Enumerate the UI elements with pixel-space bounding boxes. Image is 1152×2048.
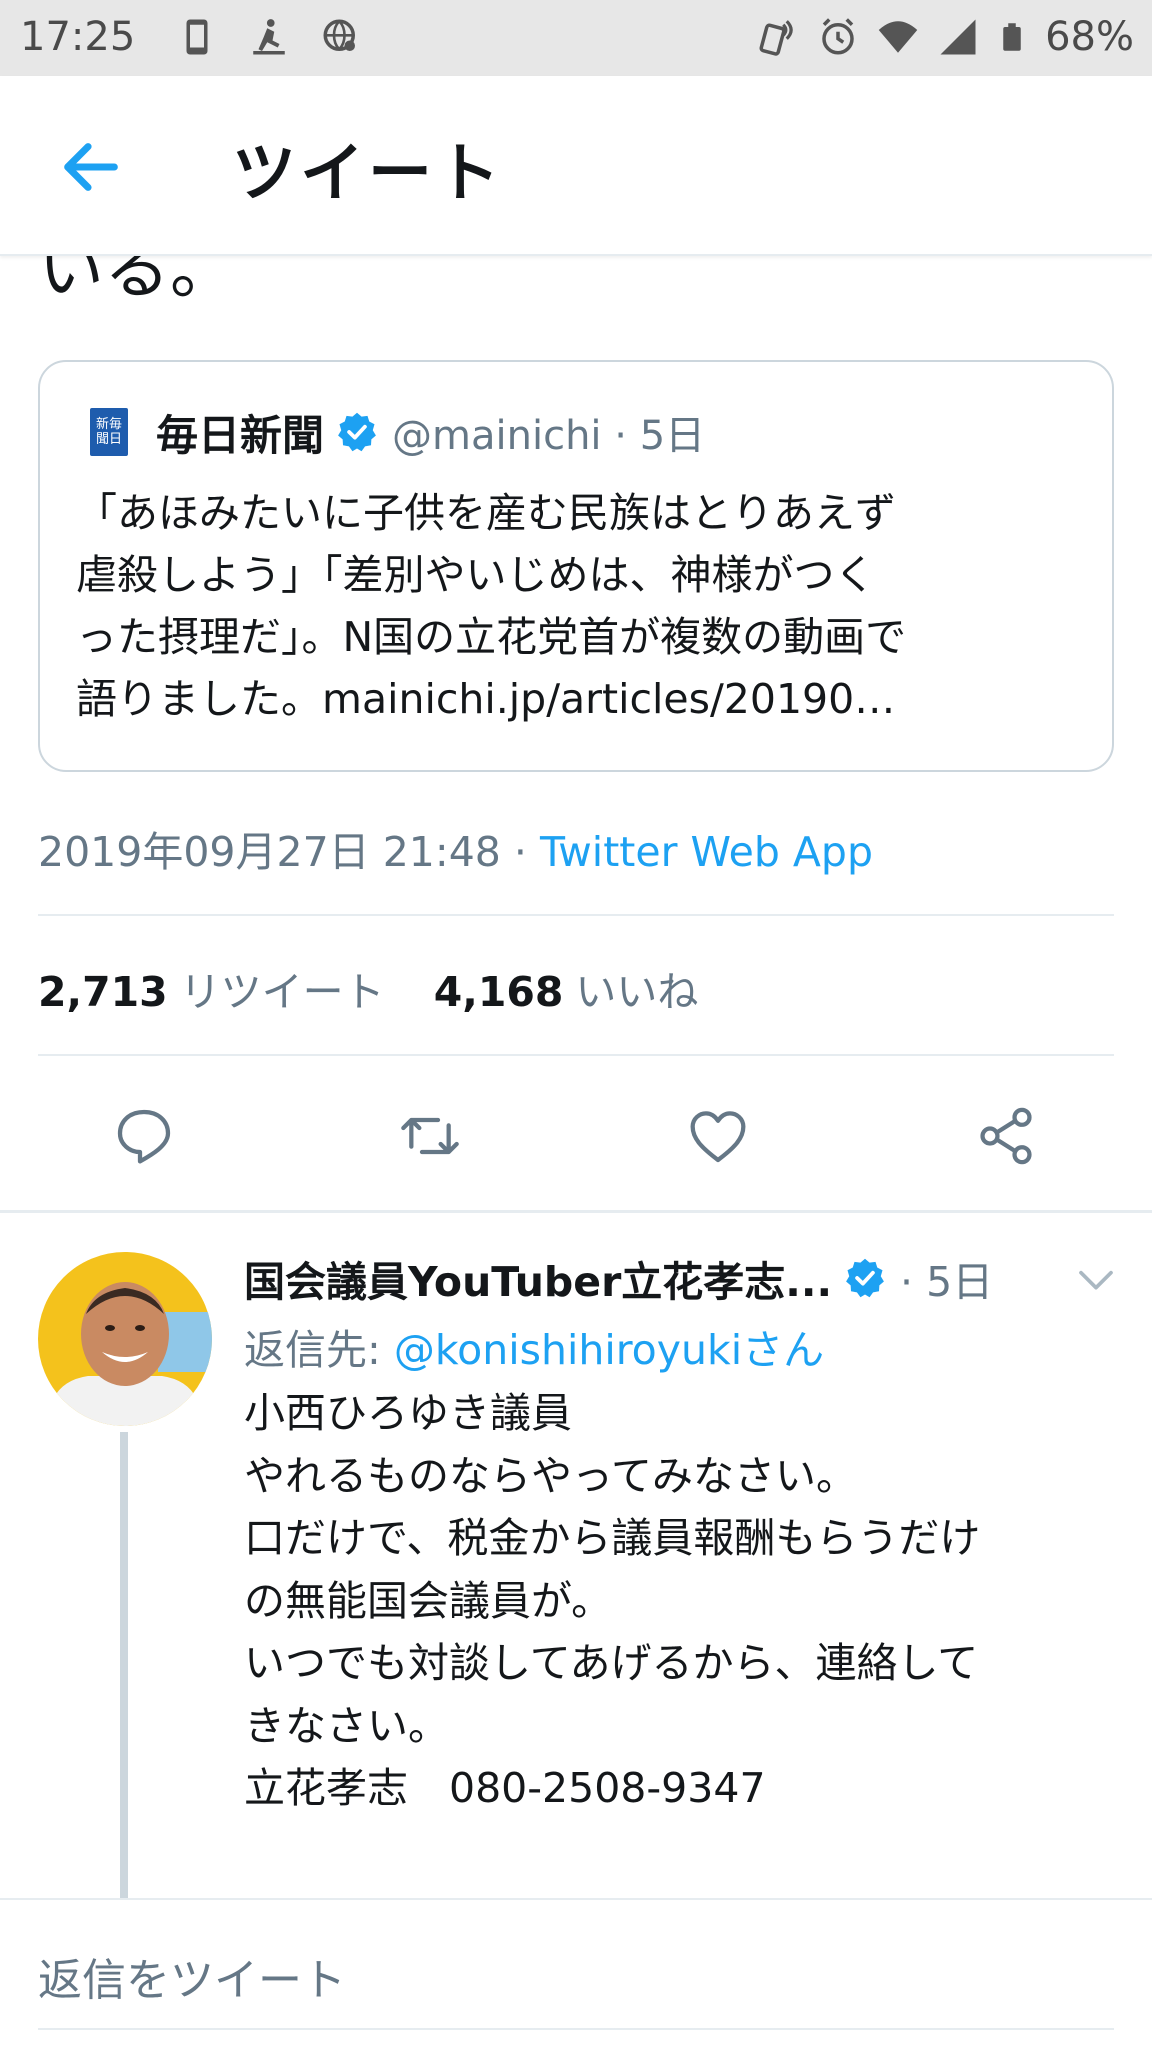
tweet-stats: 2,713 リツイート 4,168 いいね — [38, 958, 734, 1018]
dot-separator: · — [900, 1258, 914, 1306]
reply-icon[interactable] — [112, 1104, 176, 1168]
reply-line: 立花孝志 080-2508-9347 — [244, 1764, 766, 1812]
reply-text: 小西ひろゆき議員 やれるものならやってみなさい。 口だけで、税金から議員報酬もら… — [244, 1382, 1124, 1820]
retweet-label: リツイート — [179, 968, 385, 1016]
nfc-icon — [759, 20, 793, 56]
quoted-tweet-card[interactable]: 新毎聞日 毎日新聞 @mainichi · 5日 「あほみたいに子供を産む民族は… — [38, 360, 1114, 772]
divider — [38, 914, 1114, 916]
quoted-tweet-header: 新毎聞日 毎日新聞 @mainichi · 5日 — [90, 402, 705, 462]
phone-icon — [186, 19, 208, 55]
battery-percent: 68% — [1045, 14, 1134, 60]
status-bar: 17:25 68% — [0, 0, 1152, 76]
divider — [38, 1054, 1114, 1056]
verified-badge-icon — [846, 1258, 884, 1298]
reply-compose-input[interactable]: 返信をツイート — [38, 1944, 346, 2008]
wifi-icon — [878, 21, 918, 53]
arrow-left-icon[interactable] — [56, 132, 126, 202]
quoted-tweet-line: 語りました。mainichi.jp/articles/20190… — [76, 675, 896, 723]
reply-to-handle-link[interactable]: @konishihiroyukiさん — [394, 1326, 824, 1374]
battery-icon — [1003, 23, 1021, 51]
tweet-timestamp-row: 2019年09月27日 21:48 · Twitter Web App — [38, 818, 873, 878]
avatar-text: 新毎聞日 — [95, 417, 122, 447]
avatar[interactable] — [38, 1252, 212, 1426]
quoted-tweet-time: 5日 — [639, 413, 706, 459]
like-label: いいね — [575, 968, 699, 1016]
reply-line: 小西ひろゆき議員 — [244, 1389, 572, 1437]
retweet-stat[interactable]: 2,713 リツイート — [38, 968, 421, 1016]
reply-to-row: 返信先: @konishihiroyukiさん — [244, 1316, 824, 1376]
section-divider — [0, 1210, 1152, 1213]
globe-icon — [323, 19, 355, 51]
reply-header: 国会議員YouTuber立花孝志... · 5日 — [244, 1248, 993, 1308]
signal-icon — [940, 19, 976, 55]
tweet-timestamp: 2019年09月27日 21:48 — [38, 828, 501, 876]
page-title: ツイート — [232, 137, 504, 211]
divider — [38, 2028, 1114, 2030]
reply-author-name[interactable]: 国会議員YouTuber立花孝志... — [244, 1248, 832, 1308]
reply-line: 口だけで、税金から議員報酬もらうだけ — [244, 1514, 981, 1562]
handle-text: @mainichi — [392, 413, 602, 459]
thread-line — [120, 1432, 128, 1900]
dot-separator: · — [614, 413, 627, 459]
retweet-count: 2,713 — [38, 968, 168, 1016]
quoted-tweet-text: 「あほみたいに子供を産む民族はとりあえず 虐殺しよう」「差別やいじめは、神様がつ… — [76, 482, 1086, 730]
verified-badge-icon — [338, 412, 376, 452]
app-header: ツイート — [0, 76, 1152, 256]
quoted-tweet-line: った摂理だ」。N国の立花党首が複数の動画で — [76, 613, 907, 661]
like-stat[interactable]: 4,168 いいね — [434, 968, 735, 1016]
reply-line: の無能国会議員が。 — [244, 1576, 613, 1625]
quoted-tweet-avatar: 新毎聞日 — [90, 408, 128, 456]
like-count: 4,168 — [433, 968, 564, 1016]
quoted-tweet-handle: @mainichi · 5日 — [392, 403, 705, 461]
chevron-down-icon[interactable] — [1076, 1266, 1116, 1296]
dot-separator: · — [513, 828, 527, 876]
status-time: 17:25 — [20, 14, 136, 60]
compose-divider — [0, 1898, 1152, 1900]
quoted-tweet-line: 虐殺しよう」「差別やいじめは、神様がつく — [76, 551, 876, 599]
share-icon[interactable] — [974, 1104, 1038, 1168]
reply-line: いつでも対談してあげるから、連絡して — [244, 1639, 979, 1687]
reply-time: · 5日 — [900, 1248, 993, 1308]
like-icon[interactable] — [686, 1104, 750, 1168]
alarm-icon — [822, 18, 854, 55]
status-left-icons — [176, 16, 362, 58]
avatar-image — [38, 1252, 212, 1426]
person-icon — [253, 19, 285, 55]
reply-to-prefix: 返信先: — [244, 1326, 381, 1374]
reply-line: やれるものならやってみなさい。 — [244, 1451, 857, 1500]
retweet-icon[interactable] — [398, 1104, 462, 1168]
quoted-tweet-line: 「あほみたいに子供を産む民族はとりあえず — [76, 489, 896, 537]
tweet-source-link[interactable]: Twitter Web App — [540, 828, 873, 876]
quoted-tweet-author-name: 毎日新聞 — [156, 410, 325, 460]
reply-time-text: 5日 — [926, 1258, 994, 1306]
reply-line: きなさい。 — [244, 1701, 449, 1750]
status-right-icons: 68% — [757, 14, 1134, 60]
